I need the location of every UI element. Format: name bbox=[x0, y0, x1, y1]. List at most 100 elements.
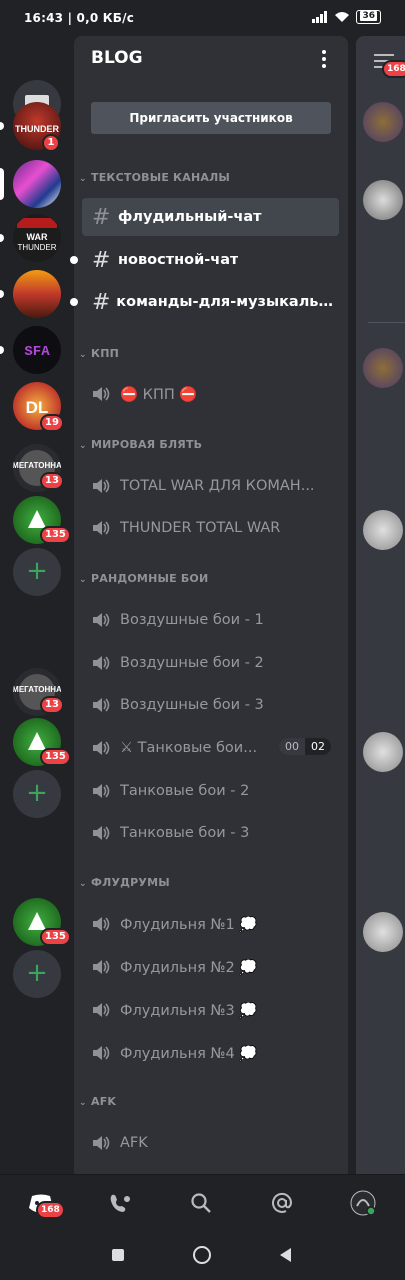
speaker-icon bbox=[92, 611, 120, 629]
mentions-tab[interactable] bbox=[267, 1189, 297, 1217]
channel-voice[interactable]: TOTAL WAR ДЛЯ КОМАН... bbox=[82, 467, 339, 505]
speaker-icon bbox=[92, 1044, 120, 1062]
category-header[interactable]: ⌄ МИРОВАЯ БЛЯТЬ bbox=[79, 438, 202, 451]
channel-voice[interactable]: Танковые бои - 2 bbox=[82, 772, 339, 810]
friends-tab[interactable] bbox=[106, 1189, 136, 1217]
avatar[interactable] bbox=[363, 180, 403, 220]
server-icon-sunset[interactable] bbox=[13, 270, 61, 318]
svg-text:МЕГАТОННА: МЕГАТОННА bbox=[13, 461, 61, 470]
channel-voice[interactable]: Флудильня №1 💭 bbox=[82, 905, 339, 943]
chevron-down-icon: ⌄ bbox=[79, 174, 87, 184]
svg-text:WAR: WAR bbox=[27, 232, 48, 242]
server-rail: THUNDER 1 WAR THUNDER SFA DL 19 МЕГАТОННА… bbox=[0, 36, 74, 1174]
category-header[interactable]: ⌄ РАНДОМНЫЕ БОИ bbox=[79, 572, 208, 585]
server-item[interactable]: МЕГАТОННА 13 bbox=[0, 668, 74, 716]
home-badge: 168 bbox=[36, 1201, 65, 1219]
category-header[interactable]: ⌄ КПП bbox=[79, 347, 119, 360]
channel-voice[interactable]: Флудильня №4 💭 bbox=[82, 1034, 339, 1072]
svg-text:THUNDER: THUNDER bbox=[17, 243, 56, 252]
status-time: 16:43 | 0,0 КБ/с bbox=[24, 11, 135, 25]
unread-indicator bbox=[70, 256, 78, 264]
server-icon-purple[interactable] bbox=[13, 160, 61, 208]
speaker-icon bbox=[92, 477, 120, 495]
profile-tab[interactable] bbox=[348, 1189, 378, 1217]
speaker-icon bbox=[92, 824, 120, 842]
svg-text:SFA: SFA bbox=[24, 344, 50, 360]
server-icon-war-thunder-ru[interactable]: WAR THUNDER bbox=[13, 214, 61, 262]
unread-indicator bbox=[70, 298, 78, 306]
server-item[interactable]: МЕГАТОННА 13 bbox=[0, 444, 74, 492]
speaker-icon bbox=[92, 385, 120, 403]
search-tab[interactable] bbox=[186, 1189, 216, 1217]
avatar[interactable] bbox=[363, 732, 403, 772]
svg-text:МЕГАТОННА: МЕГАТОННА bbox=[13, 685, 61, 694]
invite-button[interactable]: Пригласить участников bbox=[91, 102, 331, 134]
channel-voice[interactable]: ⛔ КПП ⛔ bbox=[82, 375, 339, 413]
server-icon-sfa[interactable]: SFA bbox=[13, 326, 61, 374]
hash-icon: # bbox=[92, 289, 111, 315]
category-header[interactable]: ⌄ ФЛУДРУМЫ bbox=[79, 876, 170, 889]
channel-voice[interactable]: Флудильня №2 💭 bbox=[82, 948, 339, 986]
server-item[interactable]: DL 19 bbox=[0, 382, 74, 432]
back-icon[interactable] bbox=[279, 1247, 293, 1263]
svg-text:THUNDER: THUNDER bbox=[15, 124, 59, 134]
wifi-icon bbox=[335, 12, 350, 22]
divider bbox=[368, 322, 405, 323]
add-server-button[interactable]: + bbox=[13, 950, 61, 998]
add-server-button[interactable]: + bbox=[13, 770, 61, 818]
channel-text[interactable]: # команды-для-музыкально... bbox=[82, 283, 339, 321]
server-badge: 135 bbox=[40, 526, 71, 544]
server-item[interactable]: 135 bbox=[0, 718, 74, 766]
server-badge: 19 bbox=[40, 414, 64, 432]
server-item[interactable]: 135 bbox=[0, 496, 74, 544]
server-title: BLOG bbox=[91, 48, 143, 68]
avatar[interactable] bbox=[363, 912, 403, 952]
recent-apps-icon[interactable] bbox=[112, 1249, 124, 1261]
add-server-button[interactable]: + bbox=[13, 548, 61, 596]
bottom-tab-bar: 168 bbox=[0, 1174, 405, 1230]
channel-voice[interactable]: Воздушные бои - 3 bbox=[82, 686, 339, 724]
channel-voice[interactable]: Танковые бои - 3 bbox=[82, 814, 339, 852]
avatar[interactable] bbox=[363, 510, 403, 550]
chevron-down-icon: ⌄ bbox=[79, 879, 87, 889]
category-header[interactable]: ⌄ ТЕКСТОВЫЕ КАНАЛЫ bbox=[79, 171, 230, 184]
mention-icon bbox=[272, 1192, 293, 1213]
server-item[interactable]: 135 bbox=[0, 898, 74, 946]
selected-pill bbox=[0, 168, 4, 200]
channel-voice[interactable]: Флудильня №3 💭 bbox=[82, 991, 339, 1029]
channel-voice[interactable]: ⚔ Танковые бои... 00 02 bbox=[82, 729, 339, 767]
speaker-icon bbox=[92, 1134, 120, 1152]
speaker-icon bbox=[92, 958, 120, 976]
server-badge: 13 bbox=[40, 472, 64, 490]
server-item[interactable]: WAR THUNDER bbox=[0, 214, 74, 262]
speaker-icon bbox=[92, 519, 120, 537]
speaker-icon bbox=[92, 696, 120, 714]
category-header[interactable]: ⌄ AFK bbox=[79, 1095, 116, 1108]
avatar[interactable] bbox=[363, 102, 403, 142]
speaker-icon bbox=[92, 654, 120, 672]
channel-voice[interactable]: THUNDER TOTAL WAR bbox=[82, 509, 339, 547]
members-badge: 168 bbox=[382, 60, 405, 78]
server-item[interactable] bbox=[0, 160, 74, 208]
speaker-icon bbox=[92, 782, 120, 800]
search-icon bbox=[191, 1193, 211, 1213]
channel-text[interactable]: # новостной-чат bbox=[82, 241, 339, 279]
avatar[interactable] bbox=[363, 348, 403, 388]
channel-voice[interactable]: AFK bbox=[82, 1124, 339, 1162]
channel-voice[interactable]: Воздушные бои - 1 bbox=[82, 601, 339, 639]
unread-pill bbox=[0, 122, 4, 130]
channel-text[interactable]: # флудильный-чат bbox=[82, 198, 339, 236]
chevron-down-icon: ⌄ bbox=[79, 350, 87, 360]
speaker-icon bbox=[92, 1001, 120, 1019]
server-item[interactable]: THUNDER 1 bbox=[0, 102, 74, 152]
server-item[interactable]: SFA bbox=[0, 326, 74, 374]
more-options-icon[interactable] bbox=[322, 50, 326, 71]
home-button-icon[interactable] bbox=[193, 1246, 211, 1264]
status-bar: 16:43 | 0,0 КБ/с 36 bbox=[0, 0, 405, 36]
channel-voice[interactable]: Воздушные бои - 2 bbox=[82, 644, 339, 682]
server-item[interactable] bbox=[0, 270, 74, 318]
chevron-down-icon: ⌄ bbox=[79, 441, 87, 451]
voice-user-limit: 00 02 bbox=[279, 738, 331, 755]
hash-icon: # bbox=[92, 204, 111, 230]
unread-pill bbox=[0, 290, 4, 298]
